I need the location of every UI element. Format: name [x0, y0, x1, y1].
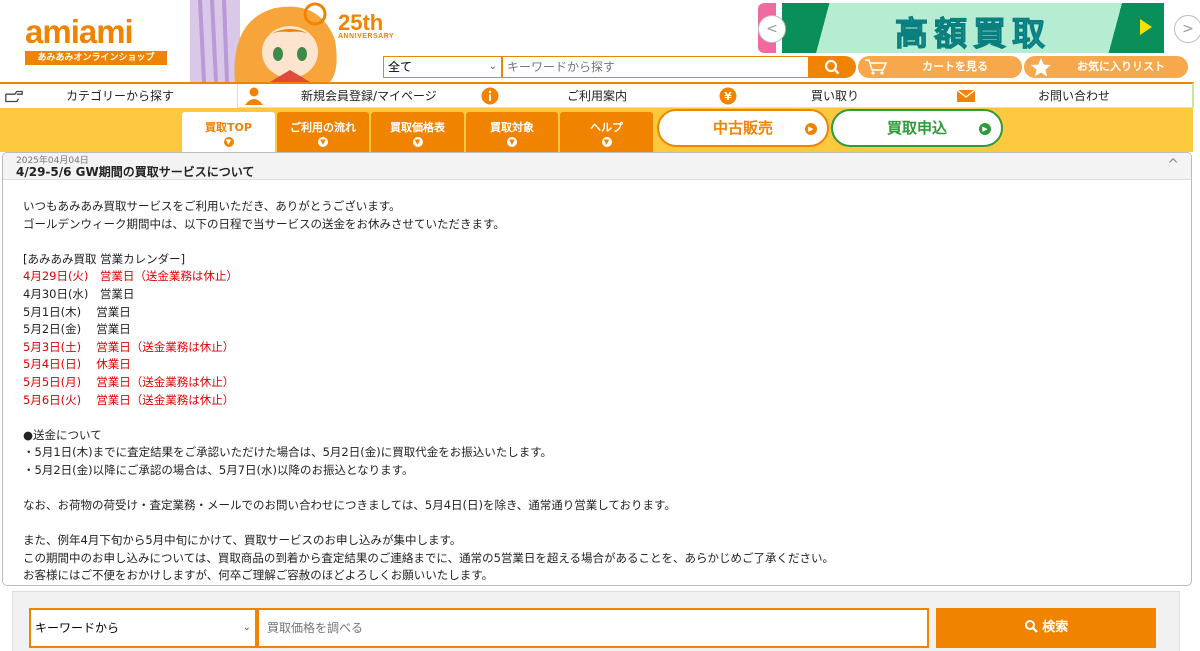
category-select[interactable]: 全て ⌄ [383, 56, 502, 78]
nav-buyback[interactable]: ¥ 買い取り [718, 84, 958, 108]
price-search-label: 検索 [1042, 620, 1069, 635]
tab-label: ご利用の流れ [290, 121, 356, 134]
nav-contact-label: お問い合わせ [1038, 89, 1111, 103]
nav-category-label: カテゴリーから探す [66, 89, 175, 103]
tab-label: 買取TOP [205, 121, 252, 134]
search-type-value: キーワードから [35, 621, 120, 635]
svg-text:¥: ¥ [724, 90, 732, 103]
nav-register[interactable]: 新規会員登録/マイページ [240, 84, 480, 108]
arrow-right-icon: ▶ [979, 123, 991, 135]
nav-register-label: 新規会員登録/マイページ [301, 89, 437, 103]
notice-line: 5月5日(月) 営業日（送金業務は休止） [23, 374, 235, 389]
notice-line: いつもあみあみ買取サービスをご利用いただき、ありがとうございます。 [23, 199, 401, 213]
banner-text: 高額買取 [895, 14, 1051, 54]
yen-icon: ¥ [719, 87, 737, 105]
tab-price-list[interactable]: 買取価格表 ▼ [371, 112, 464, 152]
nav-category[interactable]: カテゴリーから探す [0, 84, 238, 108]
header-search-button[interactable] [809, 56, 856, 78]
buyback-apply-label: 買取申込 [886, 119, 947, 137]
tab-label: ヘルプ [590, 121, 623, 134]
user-icon [245, 87, 263, 105]
chevron-down-icon: ▼ [507, 137, 517, 147]
notice-line: なお、お荷物の荷受け・査定業務・メールでのお問い合わせにつきましては、5月4日(… [23, 498, 676, 513]
logo-text: amiami [25, 13, 134, 50]
anniversary-number: 25th [338, 10, 384, 35]
tab-label: 買取対象 [490, 121, 534, 134]
chevron-down-icon: ⌄ [488, 61, 497, 72]
chevron-down-icon: ▼ [223, 137, 234, 147]
notice-line: ●送金について [23, 427, 102, 442]
nav-guide-label: ご利用案内 [567, 89, 628, 103]
notice-header[interactable]: 2025年04月04日 4/29-5/6 GW期間の買取サービスについて ^ [3, 153, 1191, 180]
cart-label: カートを見る [922, 60, 988, 73]
site-header: amiami あみあみオンラインショップ 25th ANNIVERSARY 全て… [0, 0, 1200, 82]
amiami-logo[interactable]: amiami あみあみオンラインショップ [25, 15, 167, 67]
chevron-down-icon: ▼ [601, 137, 612, 147]
notice-line: ・5月2日(金)以降にご承認の場合は、5月7日(水)以降のお振込となります。 [23, 462, 414, 477]
nav-buyback-label: 買い取り [811, 89, 860, 103]
global-nav: カテゴリーから探す 新規会員登録/マイページ ご利用案内 ¥ 買い取り お問い合… [0, 82, 1194, 108]
price-search-input[interactable] [257, 608, 929, 648]
notice-line: 5月2日(金) 営業日 [23, 322, 131, 337]
notice-line: ゴールデンウィーク期間中は、以下の日程で当サービスの送金をお休みさせていただきま… [23, 216, 505, 231]
mail-icon [956, 89, 976, 102]
search-type-select[interactable]: キーワードから ⌄ [29, 608, 257, 648]
anniversary-text: ANNIVERSARY [338, 33, 395, 40]
tab-eligible-items[interactable]: 買取対象 ▼ [466, 112, 558, 152]
notice-line [23, 233, 834, 251]
arrow-right-icon: ▶ [805, 123, 817, 135]
notice-line: この期間中のお申し込みについては、買取商品の到着から査定結果のご連絡までに、通常… [23, 550, 835, 565]
notice-line: 5月4日(日) 休業日 [23, 357, 131, 372]
buyback-tab-bar: 買取TOP ▼ ご利用の流れ ▼ 買取価格表 ▼ 買取対象 ▼ ヘルプ ▼ 中古… [0, 108, 1193, 152]
notice-line: 5月3日(土) 営業日（送金業務は休止） [23, 339, 235, 354]
price-search-button[interactable]: 検索 [936, 608, 1156, 648]
cart-button[interactable]: カートを見る [858, 56, 1022, 78]
notice-line: 4月29日(火) 営業日（送金業務は休止） [23, 269, 238, 284]
notice-line: お客様にはご不便をおかけしますが、何卒ご理解ご容赦のほどよろしくお願いいたします… [23, 568, 494, 583]
tab-help[interactable]: ヘルプ ▼ [560, 112, 653, 152]
favorites-button[interactable]: お気に入りリスト [1024, 56, 1188, 78]
search-icon [824, 59, 840, 75]
info-icon [481, 87, 499, 105]
notice-line [23, 515, 834, 533]
chevron-down-icon: ▼ [318, 137, 328, 147]
buyback-apply-button[interactable]: 買取申込 ▶ [831, 109, 1003, 147]
notice-line: 4月30日(水) 営業日 [23, 286, 135, 301]
notice-body: いつもあみあみ買取サービスをご利用いただき、ありがとうございます。ゴールデンウィ… [23, 198, 834, 585]
tab-buyback-top[interactable]: 買取TOP ▼ [182, 112, 275, 152]
tab-label: 買取価格表 [390, 121, 445, 134]
chevron-down-icon: ▼ [412, 137, 423, 147]
carousel-next-button[interactable]: > [1174, 15, 1200, 43]
play-icon [1140, 19, 1152, 35]
price-search-box: キーワードから ⌄ 検索 [12, 591, 1180, 651]
notice-line [23, 480, 834, 498]
keyword-search-input[interactable] [502, 56, 809, 78]
notice-line [23, 409, 834, 427]
notice-line: ・5月1日(木)までに査定結果をご承認いただけた場合は、5月2日(金)に買取代金… [23, 445, 553, 460]
anniversary-badge: 25th ANNIVERSARY [338, 10, 394, 40]
logo-subtitle: あみあみオンラインショップ [25, 51, 167, 65]
notice-panel: 2025年04月04日 4/29-5/6 GW期間の買取サービスについて ^ い… [2, 152, 1192, 586]
tab-flow[interactable]: ご利用の流れ ▼ [277, 112, 369, 152]
used-sales-button[interactable]: 中古販売 ▶ [657, 109, 829, 147]
banner-image[interactable]: 高額買取 [782, 3, 1164, 54]
notice-line: 5月1日(木) 営業日 [23, 304, 131, 319]
nav-guide[interactable]: ご利用案内 [480, 84, 720, 108]
notice-line: また、例年4月下旬から5月中旬にかけて、買取サービスのお申し込みが集中します。 [23, 533, 462, 548]
notice-line: [あみあみ買取 営業カレンダー] [23, 251, 186, 266]
promo-banner: 高額買取 < > [758, 3, 1200, 54]
chevron-up-icon[interactable]: ^ [1167, 157, 1179, 173]
pointing-hand-icon [5, 90, 23, 103]
used-sales-label: 中古販売 [712, 119, 773, 137]
search-icon [1024, 620, 1038, 633]
notice-line: 5月6日(火) 営業日（送金業務は休止） [23, 392, 235, 407]
favorites-label: お気に入りリスト [1077, 60, 1165, 73]
nav-contact[interactable]: お問い合わせ [956, 84, 1192, 108]
carousel-prev-button[interactable]: < [758, 15, 786, 43]
notice-title: 4/29-5/6 GW期間の買取サービスについて [16, 165, 255, 179]
chevron-down-icon: ⌄ [242, 622, 251, 633]
category-select-value: 全て [388, 60, 413, 74]
